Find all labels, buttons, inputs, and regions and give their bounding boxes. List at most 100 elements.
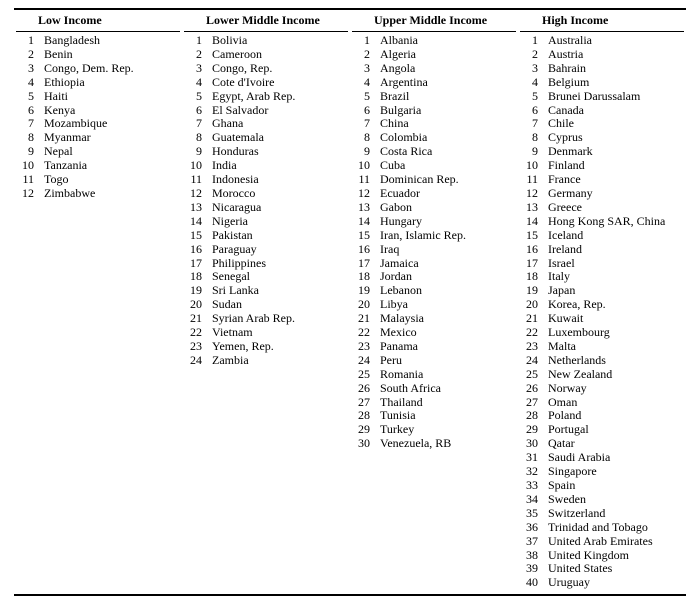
- country-list: 1Albania2Algeria3Angola4Argentina5Brazil…: [352, 34, 516, 451]
- row-index: 8: [520, 131, 538, 145]
- list-item: 14Hong Kong SAR, China: [520, 215, 684, 229]
- list-item: 14Hungary: [352, 215, 516, 229]
- list-item: 13Greece: [520, 201, 684, 215]
- row-index: 5: [184, 90, 202, 104]
- row-index: 18: [184, 270, 202, 284]
- country-name: Togo: [44, 173, 180, 187]
- list-item: 36Trinidad and Tobago: [520, 521, 684, 535]
- country-name: Nigeria: [212, 215, 348, 229]
- country-name: Saudi Arabia: [548, 451, 684, 465]
- list-item: 7China: [352, 117, 516, 131]
- row-index: 39: [520, 562, 538, 576]
- list-item: 8Myanmar: [16, 131, 180, 145]
- columns-row: Low Income1Bangladesh2Benin3Congo, Dem. …: [14, 10, 686, 594]
- row-index: 11: [16, 173, 34, 187]
- list-item: 16Paraguay: [184, 243, 348, 257]
- country-name: New Zealand: [548, 368, 684, 382]
- row-index: 23: [520, 340, 538, 354]
- list-item: 20Sudan: [184, 298, 348, 312]
- country-name: Bolivia: [212, 34, 348, 48]
- row-index: 27: [520, 396, 538, 410]
- country-list: 1Australia2Austria3Bahrain4Belgium5Brune…: [520, 34, 684, 590]
- country-name: Sudan: [212, 298, 348, 312]
- row-index: 4: [352, 76, 370, 90]
- list-item: 18Senegal: [184, 270, 348, 284]
- row-index: 22: [352, 326, 370, 340]
- list-item: 9Nepal: [16, 145, 180, 159]
- row-index: 17: [184, 257, 202, 271]
- list-item: 23Yemen, Rep.: [184, 340, 348, 354]
- row-index: 5: [352, 90, 370, 104]
- row-index: 17: [352, 257, 370, 271]
- row-index: 26: [352, 382, 370, 396]
- list-item: 29Turkey: [352, 423, 516, 437]
- row-index: 1: [352, 34, 370, 48]
- country-list: 1Bangladesh2Benin3Congo, Dem. Rep.4Ethio…: [16, 34, 180, 201]
- country-name: Cameroon: [212, 48, 348, 62]
- country-name: United Arab Emirates: [548, 535, 684, 549]
- row-index: 21: [352, 312, 370, 326]
- list-item: 40Uruguay: [520, 576, 684, 590]
- country-name: Iran, Islamic Rep.: [380, 229, 516, 243]
- country-name: Algeria: [380, 48, 516, 62]
- country-name: Germany: [548, 187, 684, 201]
- row-index: 34: [520, 493, 538, 507]
- list-item: 10India: [184, 159, 348, 173]
- country-name: Hungary: [380, 215, 516, 229]
- row-index: 3: [520, 62, 538, 76]
- country-name: Sri Lanka: [212, 284, 348, 298]
- country-name: Nepal: [44, 145, 180, 159]
- row-index: 3: [184, 62, 202, 76]
- row-index: 36: [520, 521, 538, 535]
- row-index: 15: [184, 229, 202, 243]
- country-name: Ireland: [548, 243, 684, 257]
- row-index: 9: [184, 145, 202, 159]
- list-item: 11Dominican Rep.: [352, 173, 516, 187]
- row-index: 4: [520, 76, 538, 90]
- row-index: 11: [184, 173, 202, 187]
- list-item: 15Iceland: [520, 229, 684, 243]
- row-index: 9: [520, 145, 538, 159]
- country-name: Hong Kong SAR, China: [548, 215, 684, 229]
- row-index: 28: [520, 409, 538, 423]
- list-item: 19Lebanon: [352, 284, 516, 298]
- row-index: 18: [352, 270, 370, 284]
- row-index: 7: [352, 117, 370, 131]
- list-item: 15Pakistan: [184, 229, 348, 243]
- list-item: 17 Jamaica: [352, 257, 516, 271]
- list-item: 24Netherlands: [520, 354, 684, 368]
- country-name: Kuwait: [548, 312, 684, 326]
- row-index: 10: [352, 159, 370, 173]
- row-index: 19: [520, 284, 538, 298]
- list-item: 4Argentina: [352, 76, 516, 90]
- country-name: Israel: [548, 257, 684, 271]
- list-item: 22Luxembourg: [520, 326, 684, 340]
- list-item: 3Angola: [352, 62, 516, 76]
- list-item: 37United Arab Emirates: [520, 535, 684, 549]
- row-index: 14: [184, 215, 202, 229]
- list-item: 17Israel: [520, 257, 684, 271]
- list-item: 12Morocco: [184, 187, 348, 201]
- country-name: Costa Rica: [380, 145, 516, 159]
- row-index: 5: [16, 90, 34, 104]
- row-index: 6: [520, 104, 538, 118]
- row-index: 13: [184, 201, 202, 215]
- list-item: 11Indonesia: [184, 173, 348, 187]
- country-name: Tanzania: [44, 159, 180, 173]
- country-name: Vietnam: [212, 326, 348, 340]
- country-name: Bulgaria: [380, 104, 516, 118]
- row-index: 29: [352, 423, 370, 437]
- row-index: 3: [352, 62, 370, 76]
- country-name: Congo, Dem. Rep.: [44, 62, 180, 76]
- country-name: Denmark: [548, 145, 684, 159]
- country-name: Finland: [548, 159, 684, 173]
- country-name: Guatemala: [212, 131, 348, 145]
- country-name: Jamaica: [380, 257, 516, 271]
- country-name: Poland: [548, 409, 684, 423]
- country-name: France: [548, 173, 684, 187]
- list-item: 11 Togo: [16, 173, 180, 187]
- country-name: Portugal: [548, 423, 684, 437]
- list-item: 30Qatar: [520, 437, 684, 451]
- country-name: Canada: [548, 104, 684, 118]
- list-item: 2Benin: [16, 48, 180, 62]
